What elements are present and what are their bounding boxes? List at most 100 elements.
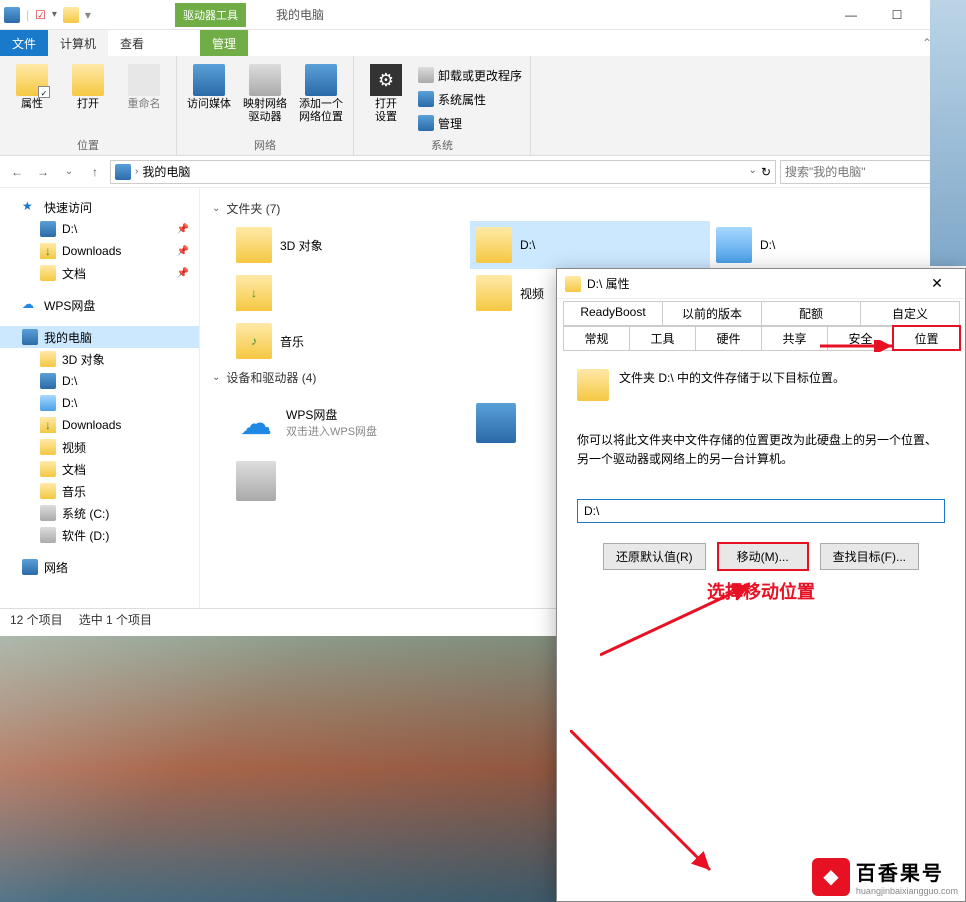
dialog-title: D:\ 属性 xyxy=(587,275,630,292)
ribbon-group-system: ⚙打开 设置 卸载或更改程序 系统属性 管理 系统 xyxy=(354,56,531,155)
drive-partial2[interactable] xyxy=(230,455,470,507)
qat-folder-icon[interactable] xyxy=(63,7,79,23)
sidebar-item-docs2[interactable]: 文档 xyxy=(0,458,199,480)
pin-icon: 📌 xyxy=(177,224,189,235)
tab-readyboost[interactable]: ReadyBoost xyxy=(563,301,663,325)
tab-hardware[interactable]: 硬件 xyxy=(695,326,762,350)
qat-overflow[interactable]: ▾ xyxy=(85,8,91,22)
addr-dropdown-icon[interactable]: ⌄ xyxy=(749,165,757,179)
sidebar-item-d[interactable]: D:\📌 xyxy=(0,218,199,240)
nav-history-dropdown[interactable]: ⌄ xyxy=(58,161,80,183)
tab-file[interactable]: 文件 xyxy=(0,30,48,56)
properties-dialog: D:\ 属性 ✕ ReadyBoost 以前的版本 配额 自定义 常规 工具 硬… xyxy=(556,268,966,902)
tab-previous-versions[interactable]: 以前的版本 xyxy=(662,301,762,325)
watermark: ◆ 百香果号 huangjinbaixiangguo.com xyxy=(808,855,962,898)
tab-customize[interactable]: 自定义 xyxy=(860,301,960,325)
sidebar-item-network[interactable]: 网络 xyxy=(0,556,199,578)
tab-tools[interactable]: 工具 xyxy=(629,326,696,350)
tab-sharing[interactable]: 共享 xyxy=(761,326,828,350)
restore-default-button[interactable]: 还原默认值(R) xyxy=(603,543,706,570)
qat-chevron-icon[interactable]: ▾ xyxy=(52,9,57,20)
sidebar-item-sysc[interactable]: 系统 (C:) xyxy=(0,502,199,524)
tab-general[interactable]: 常规 xyxy=(563,326,630,350)
desktop-wallpaper-right xyxy=(930,0,966,266)
dialog-icon xyxy=(565,276,581,292)
pin-icon: 📌 xyxy=(177,268,189,279)
group-label-network: 网络 xyxy=(185,135,345,153)
tab-view[interactable]: 查看 xyxy=(108,30,156,56)
breadcrumb[interactable]: 我的电脑 xyxy=(142,163,190,180)
find-target-button[interactable]: 查找目标(F)... xyxy=(820,543,919,570)
properties-button[interactable]: ✓属性 xyxy=(8,60,56,135)
qat-separator: | xyxy=(26,8,29,22)
pin-icon: 📌 xyxy=(177,246,189,257)
qat-checkbox-icon[interactable]: ☑ xyxy=(35,8,46,22)
quick-access-toolbar: | ☑ ▾ ▾ xyxy=(0,7,95,23)
move-button[interactable]: 移动(M)... xyxy=(718,543,808,570)
sidebar-item-quick-access[interactable]: ★快速访问 xyxy=(0,196,199,218)
watermark-title: 百香果号 xyxy=(856,857,958,886)
open-settings-button[interactable]: ⚙打开 设置 xyxy=(362,60,410,135)
watermark-url: huangjinbaixiangguo.com xyxy=(856,886,958,896)
folder-downloads-partial[interactable] xyxy=(230,269,470,317)
ribbon-group-network: 访问媒体 映射网络 驱动器 添加一个 网络位置 网络 xyxy=(177,56,354,155)
tab-location[interactable]: 位置 xyxy=(893,326,960,350)
sidebar-item-music[interactable]: 音乐 xyxy=(0,480,199,502)
tab-security[interactable]: 安全 xyxy=(827,326,894,350)
sidebar-item-3d[interactable]: 3D 对象 xyxy=(0,348,199,370)
system-properties-button[interactable]: 系统属性 xyxy=(418,88,522,110)
sidebar-item-d3[interactable]: D:\ xyxy=(0,392,199,414)
dialog-close-button[interactable]: ✕ xyxy=(917,275,957,292)
desktop-wallpaper xyxy=(0,636,556,902)
nav-back-button[interactable]: ← xyxy=(6,161,28,183)
ribbon-group-location: ✓属性 打开 重命名 位置 xyxy=(0,56,177,155)
open-button[interactable]: 打开 xyxy=(64,60,112,135)
sidebar-item-downloads2[interactable]: Downloads xyxy=(0,414,199,436)
ribbon: ✓属性 打开 重命名 位置 访问媒体 映射网络 驱动器 添加一个 网络位置 网络… xyxy=(0,56,966,156)
sidebar-item-thispc[interactable]: 我的电脑 xyxy=(0,326,199,348)
folder-d2[interactable]: D:\ xyxy=(710,221,950,269)
map-drive-button[interactable]: 映射网络 驱动器 xyxy=(241,60,289,135)
sidebar-item-docs[interactable]: 文档📌 xyxy=(0,262,199,284)
group-label-system: 系统 xyxy=(362,135,522,153)
nav-tree[interactable]: ★快速访问 D:\📌 Downloads📌 文档📌 ☁WPS网盘 我的电脑 3D… xyxy=(0,188,200,608)
refresh-icon[interactable]: ↻ xyxy=(761,165,771,179)
folder-icon xyxy=(577,369,609,401)
uninstall-button[interactable]: 卸载或更改程序 xyxy=(418,64,522,86)
rename-button[interactable]: 重命名 xyxy=(120,60,168,135)
nav-up-button[interactable]: ↑ xyxy=(84,161,106,183)
tab-manage[interactable]: 管理 xyxy=(200,30,248,56)
sidebar-item-wps[interactable]: ☁WPS网盘 xyxy=(0,294,199,316)
nav-fwd-button[interactable]: → xyxy=(32,161,54,183)
drive-wps[interactable]: ☁ WPS网盘双击进入WPS网盘 xyxy=(230,390,470,455)
address-bar: ← → ⌄ ↑ › 我的电脑 ⌄ ↻ 🔍 xyxy=(0,156,966,188)
section-folders[interactable]: ⌄文件夹 (7) xyxy=(200,196,966,221)
address-box[interactable]: › 我的电脑 ⌄ ↻ xyxy=(110,160,776,184)
selection-count: 选中 1 个项目 xyxy=(79,611,152,628)
sidebar-item-softd[interactable]: 软件 (D:) xyxy=(0,524,199,546)
sidebar-item-d2[interactable]: D:\ xyxy=(0,370,199,392)
location-help-text: 你可以将此文件夹中文件存储的位置更改为此硬盘上的另一个位置、另一个驱动器或网络上… xyxy=(577,431,945,469)
target-path-input[interactable] xyxy=(577,499,945,523)
group-label-location: 位置 xyxy=(8,135,168,153)
folder-music[interactable]: ♪音乐 xyxy=(230,317,470,365)
search-input[interactable] xyxy=(785,165,940,179)
access-media-button[interactable]: 访问媒体 xyxy=(185,60,233,135)
minimize-button[interactable]: — xyxy=(828,0,874,30)
tab-quota[interactable]: 配额 xyxy=(761,301,861,325)
folder-d-selected[interactable]: D:\ xyxy=(470,221,710,269)
location-description: 文件夹 D:\ 中的文件存储于以下目标位置。 xyxy=(619,369,845,386)
add-network-location-button[interactable]: 添加一个 网络位置 xyxy=(297,60,345,135)
annotation-text: 选择移动位置 xyxy=(577,578,945,604)
sidebar-item-downloads[interactable]: Downloads📌 xyxy=(0,240,199,262)
chevron-right-icon[interactable]: › xyxy=(135,166,138,177)
maximize-button[interactable]: ☐ xyxy=(874,0,920,30)
tab-computer[interactable]: 计算机 xyxy=(48,30,108,56)
window-title: 我的电脑 xyxy=(276,6,324,23)
dialog-titlebar[interactable]: D:\ 属性 ✕ xyxy=(557,269,965,299)
folder-3d[interactable]: 3D 对象 xyxy=(230,221,470,269)
app-icon xyxy=(4,7,20,23)
manage-button[interactable]: 管理 xyxy=(418,112,522,134)
sidebar-item-video[interactable]: 视频 xyxy=(0,436,199,458)
watermark-logo-icon: ◆ xyxy=(812,858,850,896)
